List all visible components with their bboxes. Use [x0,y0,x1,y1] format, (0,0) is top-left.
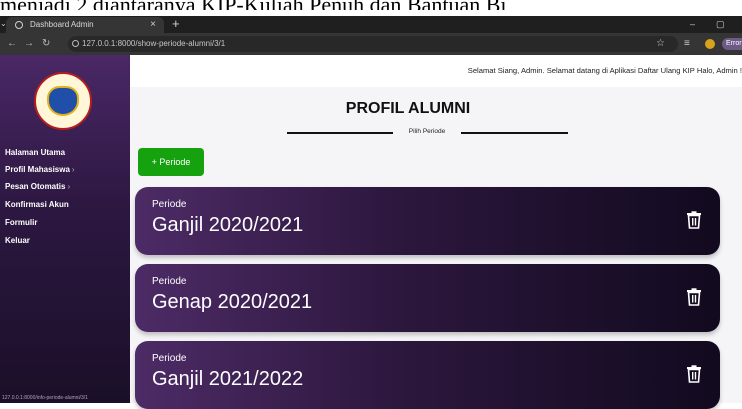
site-icon [15,21,23,29]
sidebar-item-label: Pesan Otomatis [5,182,66,191]
sidebar-item-label: Profil Mahasiswa [5,165,70,174]
sidebar-item-keluar[interactable]: Keluar [5,236,30,246]
minimize-icon[interactable]: – [690,16,695,32]
browser-tab-bar: ⌄ Dashboard Admin × + – ▢ [0,16,742,33]
periode-card[interactable]: Periode Ganjil 2020/2021 [135,187,720,255]
sidebar: Halaman Utama Profil Mahasiswa › Pesan Ot… [0,55,130,403]
tab-title: Dashboard Admin [30,20,94,29]
trash-icon[interactable] [686,211,702,229]
card-period-name: Ganjil 2020/2021 [152,214,304,236]
extensions-icon[interactable]: ≡ [684,36,690,52]
sidebar-item-halaman-utama[interactable]: Halaman Utama [5,148,65,158]
card-label: Periode [152,199,187,210]
chevron-right-icon: › [67,182,71,191]
card-label: Periode [152,353,187,364]
bookmark-star-icon[interactable]: ☆ [656,36,665,52]
browser-tab[interactable]: Dashboard Admin × [6,17,164,33]
sidebar-item-formulir[interactable]: Formulir [5,218,37,228]
divider [287,132,393,134]
reload-icon[interactable]: ↻ [42,36,50,52]
institution-logo [34,72,92,130]
restore-icon[interactable]: ▢ [716,16,725,32]
sidebar-item-label: Formulir [5,218,38,227]
sidebar-item-konfirmasi-akun[interactable]: Konfirmasi Akun [5,200,69,210]
page-title: PROFIL ALUMNI [345,100,471,117]
tab-close-icon[interactable]: × [150,17,156,33]
sidebar-item-label: Halaman Utama [5,148,66,157]
browser-toolbar: ← → ↻ 127.0.0.1:8000/show-periode-alumni… [0,33,742,55]
profile-avatar-icon[interactable] [705,39,715,49]
card-label: Periode [152,276,187,287]
periode-card[interactable]: Periode Genap 2020/2021 [135,264,720,332]
divider [461,132,568,134]
add-periode-button[interactable]: + Periode [138,148,204,176]
card-period-name: Genap 2020/2021 [152,291,313,313]
document-text-line: menjadi 2 diantaranya KIP-Kuliah Penuh d… [0,0,742,10]
top-bar: Selamat Siang, Admin. Selamat datang di … [130,55,742,87]
trash-icon[interactable] [686,365,702,383]
site-info-icon[interactable] [72,40,79,47]
profile-error-badge[interactable]: Error [722,38,742,50]
greeting-text: Selamat Siang, Admin. Selamat datang di … [467,66,742,75]
address-bar[interactable]: 127.0.0.1:8000/show-periode-alumni/3/1 [68,36,678,52]
sidebar-item-label: Konfirmasi Akun [5,200,69,209]
periode-card[interactable]: Periode Ganjil 2021/2022 [135,341,720,409]
sidebar-item-pesan-otomatis[interactable]: Pesan Otomatis › [5,182,70,192]
sidebar-item-profil-mahasiswa[interactable]: Profil Mahasiswa › [5,165,75,175]
url-text: 127.0.0.1:8000/show-periode-alumni/3/1 [82,39,226,48]
status-bar-url: 127.0.0.1:8000/info-periode-alumni/3/1 [2,395,88,401]
section-subtitle: Pilih Periode [408,128,446,135]
trash-icon[interactable] [686,288,702,306]
forward-icon[interactable]: → [24,36,34,52]
card-period-name: Ganjil 2021/2022 [152,368,304,390]
sidebar-item-label: Keluar [5,236,30,245]
chevron-right-icon: › [71,165,75,174]
new-tab-button[interactable]: + [172,16,180,32]
back-icon[interactable]: ← [7,36,17,52]
